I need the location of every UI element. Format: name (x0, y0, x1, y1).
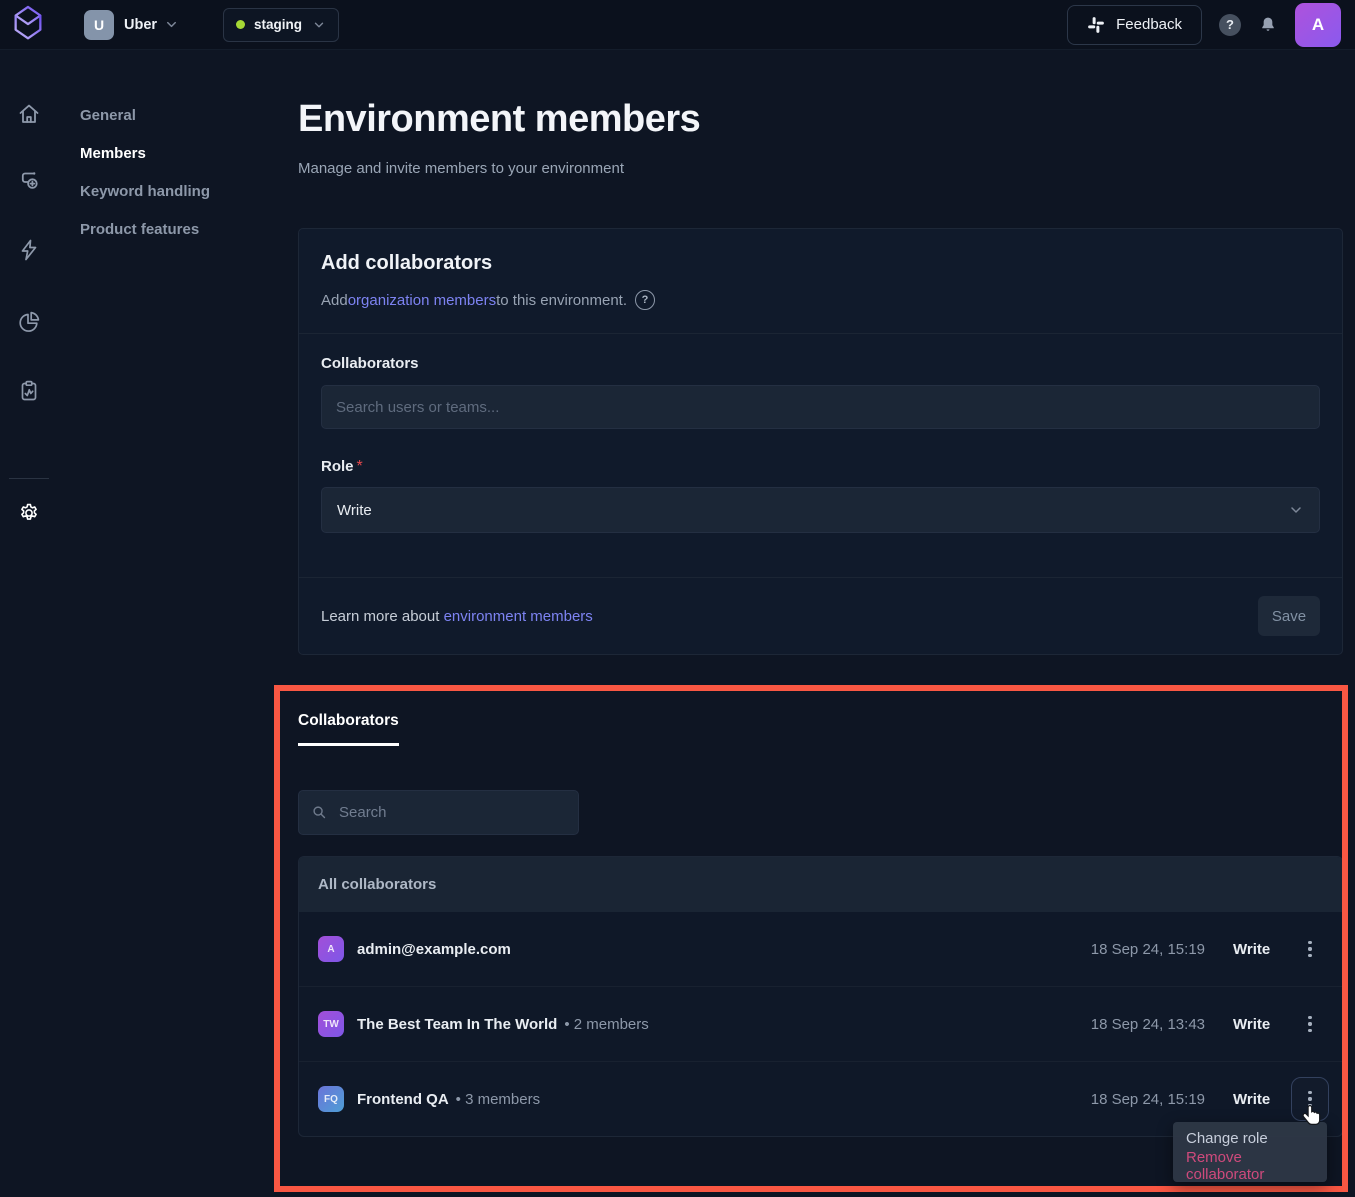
top-bar: U Uber staging (0, 0, 1355, 50)
tab-collaborators[interactable]: Collaborators (298, 712, 399, 746)
desc-prefix: Add (321, 292, 348, 309)
help-tooltip-icon[interactable]: ? (635, 290, 655, 310)
member-count: • 2 members (564, 1016, 648, 1033)
collaborator-name: admin@example.com (357, 941, 511, 958)
create-flag-icon[interactable] (17, 169, 41, 193)
row-context-menu: Change role Remove collaborator (1173, 1122, 1327, 1182)
nav-item-product-features[interactable]: Product features (80, 210, 210, 248)
environment-members-link[interactable]: environment members (444, 608, 593, 625)
page-subtitle: Manage and invite members to your enviro… (298, 160, 624, 177)
role-select[interactable]: Write (321, 487, 1320, 533)
notifications-bell-icon[interactable] (1258, 15, 1278, 35)
rail-divider (9, 478, 49, 479)
learn-more-prefix: Learn more about (321, 608, 444, 625)
role-value: Write (1233, 1016, 1277, 1033)
table-row[interactable]: A admin@example.com 18 Sep 24, 15:19 Wri… (299, 912, 1342, 986)
collaborators-list-search[interactable] (298, 790, 579, 835)
desc-suffix: to this environment. (496, 292, 627, 309)
organization-members-link[interactable]: organization members (348, 292, 496, 309)
added-date: 18 Sep 24, 15:19 (1091, 941, 1205, 958)
org-avatar: U (84, 10, 114, 40)
row-menu-button[interactable] (1291, 1002, 1329, 1046)
collaborator-name: Frontend QA (357, 1091, 449, 1108)
collaborators-search-input[interactable] (321, 385, 1320, 429)
topbar-actions: Feedback ? A (1067, 3, 1341, 47)
settings-nav: General Members Keyword handling Product… (80, 96, 210, 248)
search-input[interactable] (337, 803, 566, 822)
lightning-icon[interactable] (17, 238, 41, 262)
menu-item-remove-collaborator[interactable]: Remove collaborator (1173, 1152, 1327, 1179)
row-menu-button[interactable] (1291, 927, 1329, 971)
role-select-value: Write (337, 502, 372, 519)
card-footer: Learn more about environment members Sav… (299, 577, 1342, 654)
search-icon (311, 804, 328, 821)
role-field-label: Role (321, 458, 354, 475)
page-title: Environment members (298, 98, 700, 141)
role-value: Write (1233, 941, 1277, 958)
added-date: 18 Sep 24, 15:19 (1091, 1091, 1205, 1108)
avatar: FQ (318, 1086, 344, 1112)
org-name: Uber (124, 17, 157, 33)
collaborator-name: The Best Team In The World (357, 1016, 557, 1033)
chevron-down-icon (1288, 502, 1304, 518)
org-switcher[interactable]: U Uber (84, 10, 179, 40)
add-collaborators-card: Add collaborators Add organization membe… (298, 228, 1343, 655)
row-menu-button-open[interactable] (1291, 1077, 1329, 1121)
added-date: 18 Sep 24, 13:43 (1091, 1016, 1205, 1033)
home-icon[interactable] (17, 102, 41, 126)
feedback-label: Feedback (1116, 16, 1182, 33)
nav-item-keyword-handling[interactable]: Keyword handling (80, 172, 210, 210)
table-row[interactable]: TW The Best Team In The World • 2 member… (299, 986, 1342, 1061)
feedback-button[interactable]: Feedback (1067, 5, 1202, 45)
learn-more-text: Learn more about environment members (321, 608, 593, 625)
table-header: All collaborators (299, 857, 1342, 912)
required-asterisk: * (357, 458, 363, 475)
save-button[interactable]: Save (1258, 596, 1320, 636)
chevron-down-icon (164, 17, 179, 32)
user-avatar[interactable]: A (1295, 3, 1341, 47)
settings-gear-icon[interactable] (17, 501, 41, 525)
avatar: TW (318, 1011, 344, 1037)
member-count: • 3 members (456, 1091, 540, 1108)
collaborators-table: All collaborators A admin@example.com 18… (298, 856, 1343, 1137)
environment-selector[interactable]: staging (223, 8, 339, 42)
card-title: Add collaborators (321, 252, 1320, 275)
env-name: staging (254, 17, 302, 32)
collaborators-field-label: Collaborators (321, 355, 1320, 372)
pie-chart-icon[interactable] (17, 310, 41, 334)
env-status-dot-icon (236, 20, 245, 29)
chevron-down-icon (312, 18, 326, 32)
help-icon[interactable]: ? (1219, 14, 1241, 36)
health-report-icon[interactable] (17, 379, 41, 403)
nav-item-members[interactable]: Members (80, 134, 210, 172)
avatar: A (318, 936, 344, 962)
icon-rail (0, 50, 58, 1197)
nav-item-general[interactable]: General (80, 96, 210, 134)
slack-icon (1087, 16, 1105, 34)
role-value: Write (1233, 1091, 1277, 1108)
card-description: Add organization members to this environ… (321, 290, 1320, 310)
app-logo-icon[interactable] (8, 3, 48, 47)
app-screen: U Uber staging (0, 0, 1355, 1197)
